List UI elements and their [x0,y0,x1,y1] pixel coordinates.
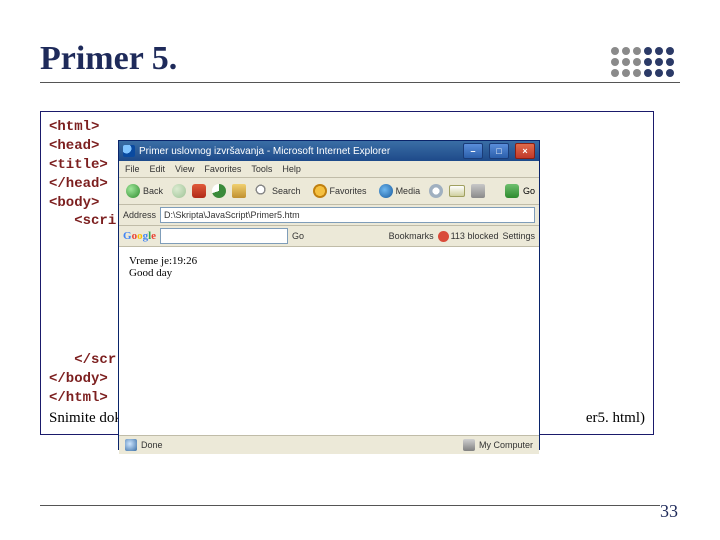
refresh-icon[interactable] [212,184,226,198]
menubar: File Edit View Favorites Tools Help [119,161,539,178]
back-label: Back [143,186,163,196]
address-input[interactable]: D:\Skripta\JavaScript\Primer5.htm [160,207,535,223]
google-search-input[interactable] [160,228,288,244]
code-line: <body> [49,195,99,211]
forward-icon[interactable] [172,184,186,198]
window-title: Primer uslovnog izvršavanja - Microsoft … [139,146,457,157]
decorative-dot-grid [611,47,674,77]
title-underline [40,82,680,83]
popup-count: 113 blocked [451,231,499,241]
media-icon [379,184,393,198]
toolbar: Back Search Favorites Media [119,178,539,205]
ie-icon [123,145,135,157]
address-bar: Address D:\Skripta\JavaScript\Primer5.ht… [119,205,539,226]
star-icon [313,184,327,198]
content-line-1: Vreme je:19:26 [129,255,529,267]
code-line: </body> [49,371,108,387]
google-go[interactable]: Go [292,231,304,241]
menu-file[interactable]: File [125,164,140,174]
google-toolbar: Google Go Bookmarks 113 blocked Settings [119,226,539,247]
titlebar: Primer uslovnog izvršavanja - Microsoft … [119,141,539,161]
code-line: <scri [74,213,116,229]
zone-text: My Computer [479,440,533,450]
back-icon [126,184,140,198]
menu-tools[interactable]: Tools [251,164,272,174]
menu-favorites[interactable]: Favorites [204,164,241,174]
go-label: Go [523,186,535,196]
media-label: Media [396,186,421,196]
my-computer-icon [463,439,475,451]
code-line: <head> [49,138,99,154]
bookmarks-label: Bookmarks [389,231,434,241]
favorites-label: Favorites [330,186,367,196]
bookmarks-button[interactable]: Bookmarks [389,231,434,241]
minimize-button[interactable]: – [463,143,483,159]
menu-help[interactable]: Help [282,164,301,174]
status-bar: Done My Computer [119,435,539,454]
print-icon[interactable] [471,184,485,198]
favorites-button[interactable]: Favorites [310,182,370,200]
code-line: </scr [74,352,116,368]
stop-icon[interactable] [192,184,206,198]
maximize-button[interactable]: □ [489,143,509,159]
search-icon [255,184,269,198]
address-label: Address [123,210,156,220]
footer-rule [40,505,660,506]
history-icon[interactable] [429,184,443,198]
search-button[interactable]: Search [252,182,304,200]
save-note: Snimite dok [49,408,122,428]
menu-view[interactable]: View [175,164,194,174]
page-number: 33 [660,501,678,522]
popup-blocked-icon [438,231,449,242]
close-button[interactable]: × [515,143,535,159]
search-label: Search [272,186,301,196]
media-button[interactable]: Media [376,182,424,200]
address-value: D:\Skripta\JavaScript\Primer5.htm [164,210,300,220]
google-logo: Google [123,230,156,242]
code-line: <html> [49,119,99,135]
slide-title: Primer 5. [40,40,177,78]
done-icon [125,439,137,451]
code-indent [49,213,74,229]
content-line-2: Good day [129,267,529,279]
code-line: </html> [49,390,108,406]
menu-edit[interactable]: Edit [150,164,166,174]
popup-blocker-button[interactable]: 113 blocked [438,231,499,242]
page-content: Vreme je:19:26 Good day [119,247,539,435]
save-note-tail: er5. html) [586,408,645,428]
ie-window: Primer uslovnog izvršavanja - Microsoft … [118,140,540,450]
back-button[interactable]: Back [123,182,166,200]
code-line: <title> [49,157,108,173]
status-text: Done [141,440,163,450]
settings-button[interactable]: Settings [502,231,535,241]
code-indent [49,352,74,368]
home-icon[interactable] [232,184,246,198]
go-icon [505,184,519,198]
mail-icon[interactable] [449,185,465,197]
code-line: </head> [49,176,108,192]
